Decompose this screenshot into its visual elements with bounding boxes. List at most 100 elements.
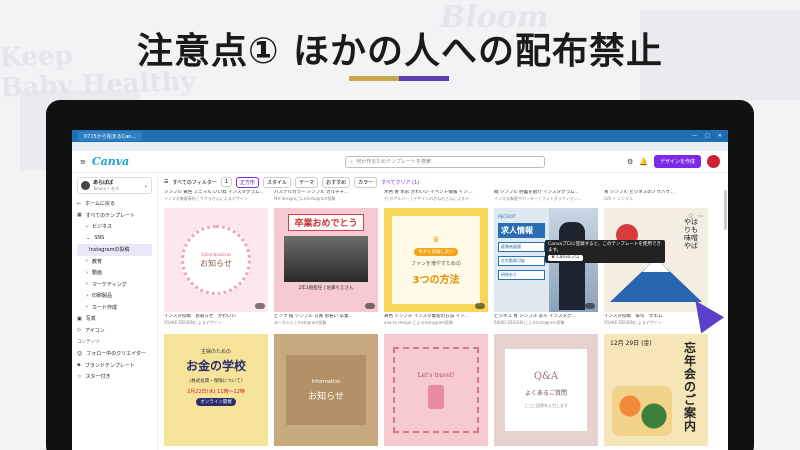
account-sub: Teamv • 名 4 — [93, 186, 119, 191]
sidebar-item-icons[interactable]: ◇ アイコン — [77, 325, 152, 337]
account-switcher[interactable]: あらばば Teamv • 名 4 ⌄ — [77, 177, 152, 194]
sidebar-item-instagram-post[interactable]: Instagramの投稿 — [77, 244, 152, 256]
sidebar-item-education[interactable]: › 教育 — [77, 256, 152, 268]
template-meta[interactable]: 緑 シンプル 貯蓄を紹介 インスタグラム... インスタ集客サポーター | フォト… — [494, 190, 598, 208]
canva-pro-button[interactable]: ♛ Canvaプロ — [548, 255, 583, 261]
maximize-icon[interactable]: □ — [705, 133, 710, 139]
minimize-icon[interactable]: — — [692, 133, 697, 139]
sidebar-item-label: アイコン — [84, 327, 105, 334]
gear-icon[interactable]: ⚙ — [627, 158, 633, 166]
sidebar-item-cards[interactable]: › カード作成 — [77, 302, 152, 314]
grid-icon: ▦ — [77, 212, 82, 219]
filter-count-badge: 1 — [220, 177, 233, 187]
sidebar-item-sns[interactable]: ⌄ SNS — [77, 233, 152, 245]
sidebar-item-label: 印刷製品 — [92, 293, 113, 300]
close-icon[interactable]: ✕ — [718, 133, 722, 139]
more-options-icon[interactable]: ⋯ — [697, 212, 704, 220]
more-icon[interactable] — [585, 303, 595, 309]
filter-chip-recommended[interactable]: おすすめ — [322, 176, 351, 188]
scrollbar[interactable] — [724, 190, 727, 230]
browser-urlbar[interactable] — [72, 142, 728, 151]
row1-meta-row: インスタ投稿 お知らせ かわいい YOAKE DESIGNによるデザイン ピンク … — [164, 314, 722, 332]
sidebar-item-business[interactable]: › ビジネス — [77, 221, 152, 233]
template-tile-travel[interactable]: Let's travel! — [384, 334, 488, 446]
sidebar-item-label: 写真 — [85, 316, 96, 323]
class-photo — [284, 236, 368, 282]
more-icon[interactable] — [255, 303, 265, 309]
browser-tabbar: 0715から始まるCan... — □ ✕ — [72, 130, 728, 142]
template-meta[interactable]: ピンク 桜 シンプル 写真 お祝い 卒業... みーちゃん | Instagram… — [274, 314, 378, 332]
crown-icon: ♛ — [432, 234, 440, 244]
chevron-right-icon: › — [86, 304, 88, 311]
template-tile-information[interactable]: Information お知らせ — [164, 208, 268, 312]
template-tile-graduation[interactable]: 卒業おめでとう 2年3組担任 | 佐藤ちえさん — [274, 208, 378, 312]
all-filters-button[interactable]: すべてのフィルター — [172, 179, 216, 186]
more-icon[interactable] — [475, 303, 485, 309]
sidebar-item-label: 動画 — [92, 270, 103, 277]
sidebar-item-video[interactable]: › 動画 — [77, 267, 152, 279]
sidebar-item-brand-templates[interactable]: ◈ ブランドテンプレート — [77, 360, 152, 372]
sidebar-item-all-templates[interactable]: ▦ すべてのテンプレート — [77, 210, 152, 222]
canva-logo[interactable]: Canva — [92, 155, 129, 168]
create-design-button[interactable]: デザインを作成 — [653, 155, 701, 168]
sidebar-section-heading: コンテンツ — [77, 340, 100, 345]
sidebar-item-photos[interactable]: ▣ 写真 — [77, 313, 152, 325]
template-browser: ☰ すべてのフィルター 1 正方形 スタイル テーマ おすすめ カラー すべてク… — [158, 173, 728, 450]
sidebar-item-label: カード作成 — [92, 304, 118, 311]
template-meta[interactable]: 青 シンプル ビジネスのノウハウ... Gift + ミニマル — [604, 190, 708, 208]
filter-icon: ☰ — [164, 179, 169, 185]
sidebar-item-label: Instagramの投稿 — [89, 247, 130, 254]
filter-chip-color[interactable]: カラー — [354, 176, 378, 188]
template-meta[interactable]: インスタ投稿 お知らせ かわいい YOAKE DESIGNによるデザイン — [164, 314, 268, 332]
filter-chip-theme[interactable]: テーマ — [295, 176, 319, 188]
sidebar-item-label: マーケティング — [92, 281, 127, 288]
top-meta-row: シンプル 黄色 ミニマル いいね インスタグラム... インスタ集客専科 | サク… — [164, 190, 722, 208]
sidebar-item-home[interactable]: ← ホームに戻る — [77, 198, 152, 210]
template-tile-year-end-party[interactable]: 12月 29日 (金) 忘年会のご案内 — [604, 334, 708, 446]
browser-tab[interactable]: 0715から始まるCan... — [78, 131, 143, 141]
brand-icon: ◈ — [77, 362, 81, 369]
laptop-frame: 0715から始まるCan... — □ ✕ ≡ Canva ⌕ 何か作るためテン… — [46, 100, 754, 450]
chevron-right-icon: › — [86, 258, 88, 265]
template-tile-money-school[interactable]: 主婦のための お金の学校 〈株式投資・保険について〉 2月22日(水) 11時〜… — [164, 334, 268, 446]
template-tile-three-methods[interactable]: ♛ 今すぐ実践したい ファンを増やすための 3つの方法 — [384, 208, 488, 312]
clear-filters-link[interactable]: すべてクリア (1) — [381, 179, 419, 186]
template-meta[interactable]: ビジネス 青 シンプル 求人 インスタグ... RIKKO DESIGN によるI… — [494, 314, 598, 332]
sidebar-item-marketing[interactable]: › マーケティング — [77, 279, 152, 291]
menu-icon[interactable]: ≡ — [80, 158, 86, 166]
template-meta[interactable]: シンプル 黄色 ミニマル いいね インスタグラム... インスタ集客専科 | サク… — [164, 190, 268, 208]
sidebar-item-label: すべてのテンプレート — [85, 212, 136, 219]
filter-chip-square[interactable]: 正方形 — [236, 176, 260, 188]
template-tile-kraft-info[interactable]: Information お知らせ — [274, 334, 378, 446]
template-meta[interactable]: 水色 青 水彩 かわいい イベント情報 イン... ガ·のアルバー | デザインの… — [384, 190, 488, 208]
account-avatar — [81, 181, 90, 190]
sidebar-item-following[interactable]: ☺ フォロー中のクリエイター — [77, 348, 152, 360]
template-tile-qa[interactable]: Q&A よくあるご質問 ここに回答を入力します — [494, 334, 598, 446]
sidebar-item-starred[interactable]: ☆ スター付き — [77, 371, 152, 383]
more-icon[interactable] — [365, 303, 375, 309]
template-meta[interactable]: パステルカラー シンプル カルチャ... MH designによるInstagra… — [274, 190, 378, 208]
headline-underline — [349, 76, 449, 81]
sidebar-item-label: 教育 — [92, 258, 103, 265]
arrow-left-icon: ← — [77, 200, 82, 207]
chevron-right-icon: › — [86, 292, 88, 299]
page-headline: 注意点① ほかの人への配布禁止 — [136, 31, 663, 72]
template-meta[interactable]: 黄色 シンプル インスタ集客の方法 イン... aaa-ta design による… — [384, 314, 488, 332]
bell-icon[interactable]: 🔔 — [639, 158, 648, 166]
chevron-right-icon: › — [86, 269, 88, 276]
star-icon[interactable]: ☆ — [688, 212, 694, 220]
template-grid-row-2: 主婦のための お金の学校 〈株式投資・保険について〉 2月22日(水) 11時〜… — [164, 334, 722, 446]
photo-icon: ▣ — [77, 315, 82, 322]
canva-header: ≡ Canva ⌕ 何か作るためテンプレートを検索 ⚙ 🔔 デザインを作成 — [72, 151, 728, 173]
sidebar-item-print[interactable]: › 印刷製品 — [77, 290, 152, 302]
suitcase-icon — [428, 384, 444, 409]
search-input[interactable]: ⌕ 何か作るためテンプレートを検索 — [345, 155, 546, 168]
search-icon: ⌕ — [350, 158, 354, 165]
pro-tooltip: Canvaプロに登録すると、このテンプレートを使用できます。 ♛ Canvaプロ — [545, 240, 665, 263]
account-name: あらばば — [93, 180, 114, 186]
sidebar-item-label: ブランドテンプレート — [84, 362, 135, 369]
chevron-down-icon: ⌄ — [143, 182, 148, 189]
chevron-right-icon: › — [86, 281, 88, 288]
filter-chip-style[interactable]: スタイル — [263, 176, 292, 188]
avatar[interactable] — [707, 155, 720, 168]
